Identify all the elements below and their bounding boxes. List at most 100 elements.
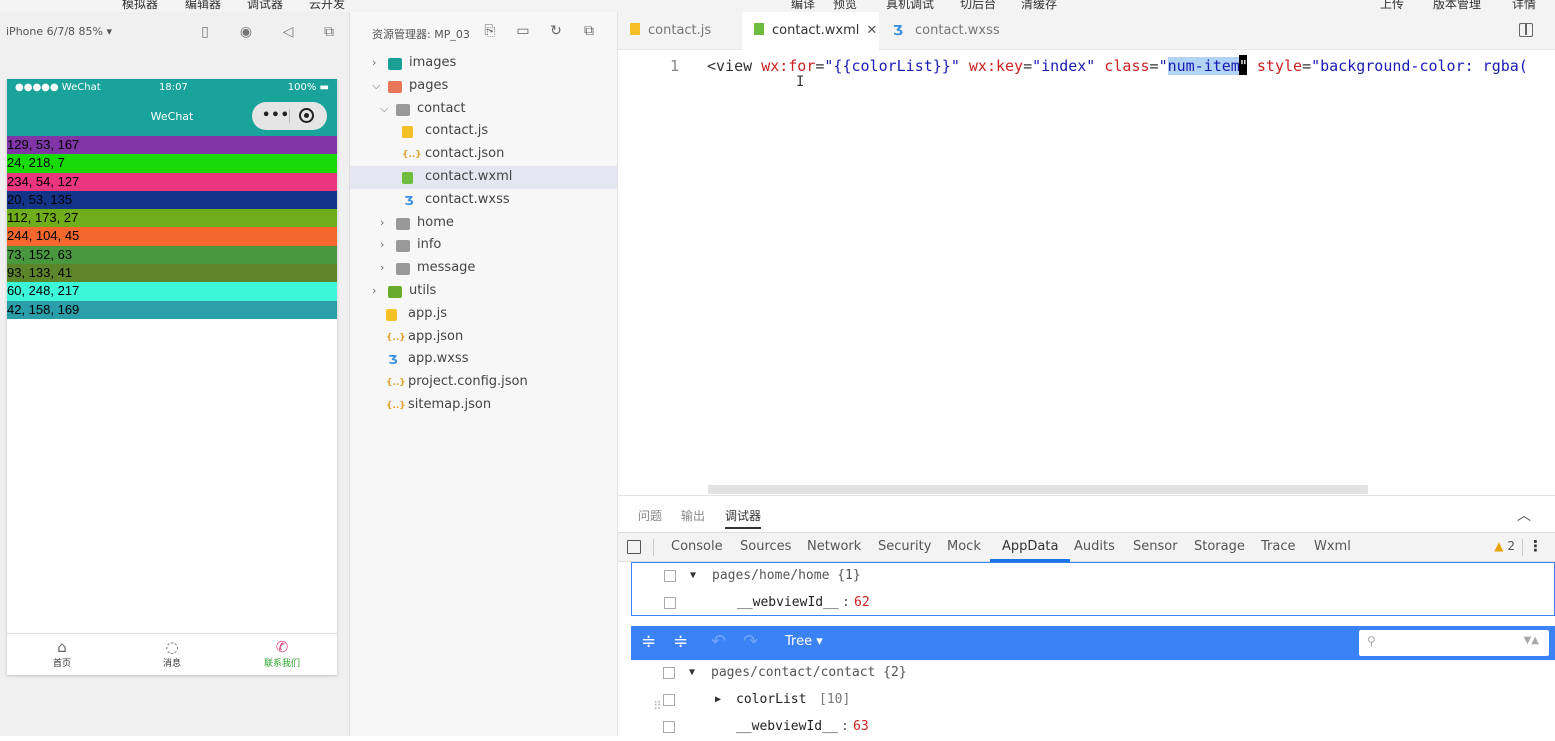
expand-triangle-icon[interactable]: ▶ bbox=[715, 687, 721, 713]
tree-item-pages[interactable]: ⌵ pages bbox=[350, 75, 617, 98]
tab-contact-wxss[interactable]: Ʒcontact.wxss bbox=[879, 12, 1019, 50]
color-list-item: 244, 104, 45 bbox=[7, 227, 337, 246]
chevron-right-icon[interactable]: › bbox=[380, 212, 390, 234]
devtab-trace[interactable]: Trace bbox=[1261, 539, 1296, 554]
menu-clear-cache[interactable]: 清缓存 bbox=[1021, 0, 1057, 12]
appdata-search-input[interactable]: ⚲ ▼▲ bbox=[1359, 630, 1549, 656]
menu-upload[interactable]: 上传 bbox=[1380, 0, 1404, 12]
warning-counter[interactable]: ▲ 2 bbox=[1494, 539, 1515, 553]
menu-preview[interactable]: 预览 bbox=[833, 0, 857, 12]
refresh-icon[interactable]: ↻ bbox=[548, 23, 564, 39]
chevron-right-icon[interactable]: › bbox=[372, 280, 382, 302]
devtab-sources[interactable]: Sources bbox=[740, 539, 791, 554]
tree-item-message[interactable]: › message bbox=[350, 257, 617, 280]
appdata-row[interactable]: ▼ pages/home/home {1} bbox=[632, 563, 1554, 590]
row-checkbox[interactable] bbox=[664, 597, 676, 609]
new-file-icon[interactable]: ⎘ bbox=[482, 23, 498, 39]
tree-item-info[interactable]: › info bbox=[350, 234, 617, 257]
record-icon-button[interactable]: ◉ bbox=[238, 24, 254, 40]
tree-item-contact-wxml[interactable]: contact.wxml bbox=[350, 165, 617, 189]
tree-item-contact[interactable]: ⌵ contact bbox=[350, 98, 617, 121]
menu-background[interactable]: 切后台 bbox=[960, 0, 996, 12]
search-nav-icon[interactable]: ▼▲ bbox=[1524, 635, 1539, 646]
devtab-wxml[interactable]: Wxml bbox=[1314, 539, 1351, 554]
data-value[interactable]: 62 bbox=[854, 590, 870, 616]
collapse-all-icon[interactable]: ⧉ bbox=[581, 23, 597, 39]
tab-output[interactable]: 输出 bbox=[681, 507, 705, 524]
tree-mode-select[interactable]: Tree ▾ bbox=[785, 634, 823, 649]
appdata-row[interactable]: ⠿ ▶ colorList [10] bbox=[631, 687, 1555, 714]
menu-editor[interactable]: 编辑器 bbox=[185, 0, 221, 12]
chevron-down-icon[interactable]: ⌵ bbox=[380, 98, 390, 120]
row-checkbox[interactable] bbox=[663, 721, 675, 733]
chevron-right-icon[interactable]: › bbox=[372, 52, 382, 74]
inspect-element-icon[interactable] bbox=[627, 540, 641, 554]
tree-item-utils[interactable]: › utils bbox=[350, 280, 617, 303]
tab-contact-wxml[interactable]: contact.wxml ✕ bbox=[742, 12, 879, 50]
devtab-security[interactable]: Security bbox=[878, 539, 931, 554]
more-options-icon[interactable]: ⋮ bbox=[1528, 537, 1543, 555]
close-miniprogram-icon[interactable] bbox=[299, 108, 314, 123]
appdata-row[interactable]: __webviewId__ : 62 bbox=[632, 590, 1554, 617]
menu-details[interactable]: 详情 bbox=[1512, 0, 1536, 12]
more-icon[interactable]: ••• bbox=[262, 108, 290, 123]
menu-compile[interactable]: 编译 bbox=[791, 0, 815, 12]
menu-debugger[interactable]: 调试器 bbox=[247, 0, 283, 12]
tree-item-app-json[interactable]: {..} app.json bbox=[350, 326, 617, 349]
tab-problems[interactable]: 问题 bbox=[638, 507, 662, 524]
devtab-appdata[interactable]: AppData bbox=[989, 539, 1071, 562]
page-path: pages/home/home {1} bbox=[712, 568, 861, 583]
popout-icon-button[interactable]: ⧉ bbox=[321, 24, 337, 40]
collapse-all-icon[interactable]: ≑ bbox=[673, 632, 688, 652]
expand-all-icon[interactable]: ≑ bbox=[641, 632, 656, 652]
tree-item-project-config-json[interactable]: {..} project.config.json bbox=[350, 371, 617, 394]
bottom-panel: 问题 输出 调试器 ︿ Console Sources Network Secu… bbox=[618, 495, 1555, 738]
appdata-row[interactable]: ▼ pages/contact/contact {2} bbox=[631, 660, 1555, 687]
tree-item-home[interactable]: › home bbox=[350, 212, 617, 235]
devtab-audits[interactable]: Audits bbox=[1074, 539, 1115, 554]
devtab-network[interactable]: Network bbox=[807, 539, 861, 554]
undo-icon[interactable]: ↶ bbox=[711, 632, 726, 652]
tab-contact-js[interactable]: contact.js bbox=[618, 12, 742, 50]
split-editor-icon[interactable] bbox=[1519, 23, 1533, 37]
tree-item-contact-json[interactable]: {..} contact.json bbox=[350, 143, 617, 166]
tab-home[interactable]: ⌂ 首页 bbox=[7, 634, 117, 675]
row-checkbox[interactable] bbox=[663, 667, 675, 679]
devtab-sensor[interactable]: Sensor bbox=[1133, 539, 1178, 554]
tree-item-app-wxss[interactable]: Ʒapp.wxss bbox=[350, 348, 617, 371]
color-list-item: 93, 133, 41 bbox=[7, 264, 337, 283]
menu-simulator[interactable]: 模拟器 bbox=[122, 0, 158, 12]
tree-item-app-js[interactable]: app.js bbox=[350, 303, 617, 326]
tab-message[interactable]: ◌ 消息 bbox=[117, 634, 227, 675]
close-icon[interactable]: ✕ bbox=[866, 23, 877, 38]
data-value[interactable]: 63 bbox=[853, 714, 869, 740]
tree-item-sitemap-json[interactable]: {..} sitemap.json bbox=[350, 394, 617, 417]
new-folder-icon[interactable]: ▭ bbox=[515, 23, 531, 39]
phone-icon-button[interactable]: ▯ bbox=[197, 24, 213, 40]
horizontal-scrollbar[interactable] bbox=[708, 485, 1368, 494]
chevron-right-icon[interactable]: › bbox=[380, 234, 390, 256]
devtab-mock[interactable]: Mock bbox=[947, 539, 981, 554]
code-text[interactable]: <view wx:for="{{colorList}}" wx:key="ind… bbox=[707, 55, 1528, 77]
sound-icon-button[interactable]: ◁ bbox=[280, 24, 296, 40]
tree-item-images[interactable]: › images bbox=[350, 52, 617, 75]
expand-triangle-icon[interactable]: ▼ bbox=[690, 563, 696, 589]
tree-item-contact-js[interactable]: contact.js bbox=[350, 120, 617, 143]
devtab-console[interactable]: Console bbox=[671, 539, 723, 554]
appdata-row[interactable]: __webviewId__ : 63 bbox=[631, 714, 1555, 741]
redo-icon[interactable]: ↷ bbox=[743, 632, 758, 652]
row-checkbox[interactable] bbox=[664, 570, 676, 582]
chevron-up-icon[interactable]: ︿ bbox=[1517, 505, 1531, 525]
row-checkbox[interactable] bbox=[663, 694, 675, 706]
menu-cloud[interactable]: 云开发 bbox=[309, 0, 345, 12]
chevron-right-icon[interactable]: › bbox=[380, 257, 390, 279]
expand-triangle-icon[interactable]: ▼ bbox=[689, 660, 695, 686]
tab-debugger[interactable]: 调试器 bbox=[725, 507, 762, 529]
device-select[interactable]: iPhone 6/7/8 85% ▾ bbox=[6, 25, 112, 38]
menu-remote-debug[interactable]: 真机调试 bbox=[886, 0, 934, 12]
devtab-storage[interactable]: Storage bbox=[1194, 539, 1245, 554]
menu-version[interactable]: 版本管理 bbox=[1433, 0, 1481, 12]
tree-item-contact-wxss[interactable]: Ʒcontact.wxss bbox=[350, 189, 617, 212]
tab-contact[interactable]: ✆ 联系我们 bbox=[227, 634, 337, 675]
chevron-down-icon[interactable]: ⌵ bbox=[372, 75, 382, 97]
